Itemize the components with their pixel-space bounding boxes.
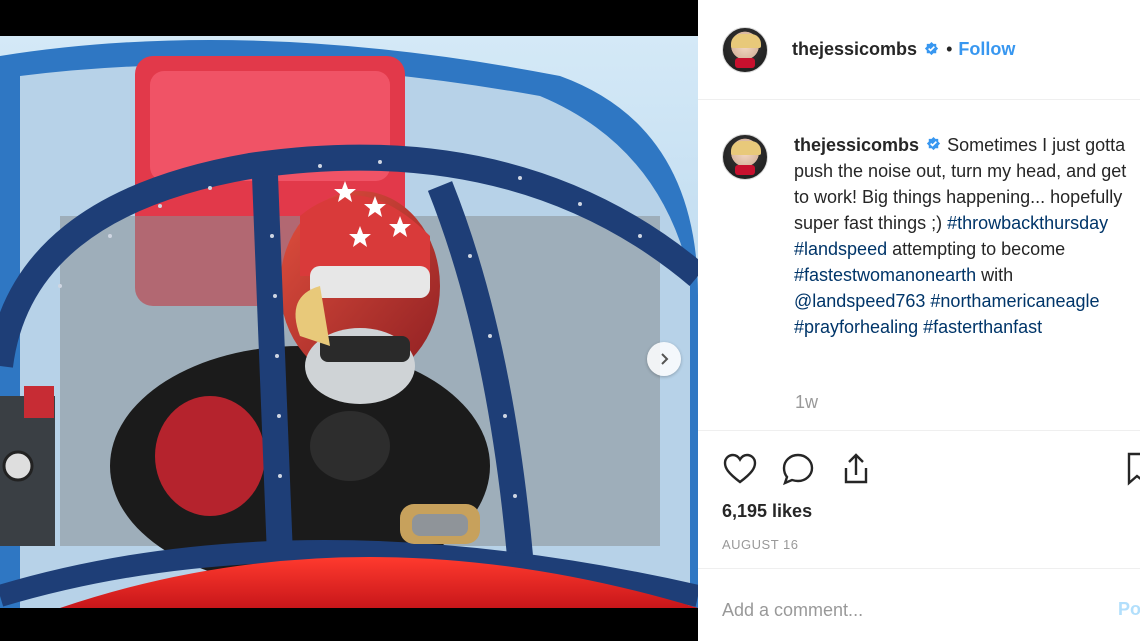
bookmark-icon[interactable] bbox=[1126, 451, 1140, 487]
avatar[interactable] bbox=[722, 134, 768, 180]
instagram-post-view: thejessicombs • Follow thejessicombs Som… bbox=[0, 0, 1140, 641]
comment-box: Po bbox=[698, 568, 1140, 641]
username-link[interactable]: thejessicombs bbox=[792, 39, 917, 60]
caption-body: with bbox=[976, 265, 1014, 285]
hashtag-link[interactable]: #northamericaneagle bbox=[930, 291, 1099, 311]
hashtag-link[interactable]: #fasterthanfast bbox=[923, 317, 1042, 337]
caption-username-link[interactable]: thejessicombs bbox=[794, 135, 919, 155]
heart-icon[interactable] bbox=[722, 451, 758, 487]
likes-count[interactable]: 6,195 likes bbox=[722, 501, 812, 522]
post-comment-button[interactable]: Po bbox=[1118, 599, 1140, 620]
comment-icon[interactable] bbox=[780, 451, 816, 487]
caption-body: attempting to become bbox=[887, 239, 1066, 259]
verified-badge-icon bbox=[926, 136, 941, 151]
post-header: thejessicombs • Follow bbox=[698, 0, 1140, 100]
next-photo-button[interactable] bbox=[647, 342, 681, 376]
hashtag-link[interactable]: #fastestwomanonearth bbox=[794, 265, 976, 285]
post-time-ago[interactable]: 1w bbox=[795, 392, 818, 413]
comment-input[interactable] bbox=[722, 597, 1082, 623]
verified-badge-icon bbox=[924, 41, 939, 56]
chevron-right-icon bbox=[661, 353, 669, 365]
share-icon[interactable] bbox=[838, 451, 874, 487]
post-date: AUGUST 16 bbox=[722, 537, 799, 552]
follow-button[interactable]: Follow bbox=[958, 39, 1015, 60]
hashtag-link[interactable]: #landspeed bbox=[794, 239, 887, 259]
cockpit-photo bbox=[0, 36, 698, 608]
mention-link[interactable]: @landspeed763 bbox=[794, 291, 925, 311]
header-separator: • bbox=[946, 39, 953, 59]
caption-comment: thejessicombs Sometimes I just gotta pus… bbox=[722, 132, 1140, 340]
post-photo[interactable] bbox=[0, 36, 698, 608]
caption-text: thejessicombs Sometimes I just gotta pus… bbox=[794, 132, 1140, 340]
hashtag-link[interactable]: #throwbackthursday bbox=[947, 213, 1108, 233]
hashtag-link[interactable]: #prayforhealing bbox=[794, 317, 918, 337]
avatar[interactable] bbox=[722, 26, 768, 73]
post-side-panel: thejessicombs • Follow thejessicombs Som… bbox=[698, 0, 1140, 641]
